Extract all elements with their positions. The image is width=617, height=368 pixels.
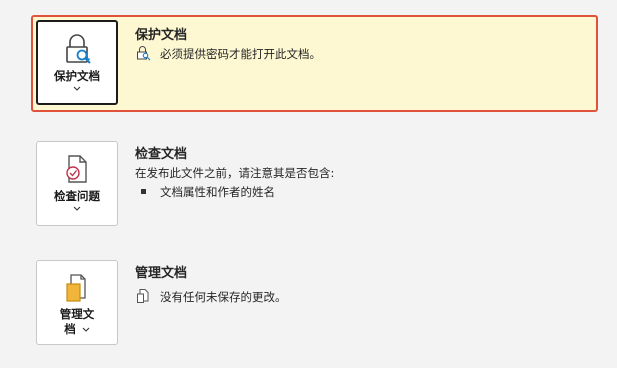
document-check-icon bbox=[66, 155, 87, 183]
chevron-down-icon bbox=[73, 86, 81, 91]
chevron-down-icon bbox=[82, 327, 90, 332]
check-for-issues-button[interactable]: 检查问题 bbox=[36, 141, 118, 226]
inspect-document-description: 在发布此文件之前，请注意其是否包含: bbox=[135, 166, 335, 180]
chevron-down-icon bbox=[73, 206, 81, 211]
manage-document-label: 管理文 档 bbox=[42, 307, 112, 337]
check-for-issues-label: 检查问题 bbox=[54, 189, 100, 203]
manage-document-button[interactable]: 管理文 档 bbox=[36, 260, 118, 345]
lock-key-icon bbox=[137, 46, 151, 61]
document-versions-icon bbox=[137, 289, 149, 303]
manage-document-label-line1: 管理文 bbox=[59, 307, 95, 321]
protect-document-title: 保护文档 bbox=[135, 28, 188, 43]
document-manage-icon bbox=[66, 274, 86, 302]
inspect-item-document-properties: 文档属性和作者的姓名 bbox=[160, 185, 275, 199]
protect-document-button[interactable]: 保护文档 bbox=[36, 20, 118, 105]
inspect-document-title: 检查文档 bbox=[135, 147, 188, 162]
list-bullet bbox=[141, 189, 146, 194]
protect-document-description: 必须提供密码才能打开此文档。 bbox=[160, 47, 321, 61]
lock-key-icon bbox=[66, 34, 91, 64]
manage-document-label-line2: 档 bbox=[64, 322, 76, 336]
manage-document-description: 没有任何未保存的更改。 bbox=[160, 290, 287, 304]
manage-document-title: 管理文档 bbox=[135, 266, 188, 281]
protect-document-tile-label: 保护文档 bbox=[54, 69, 100, 83]
